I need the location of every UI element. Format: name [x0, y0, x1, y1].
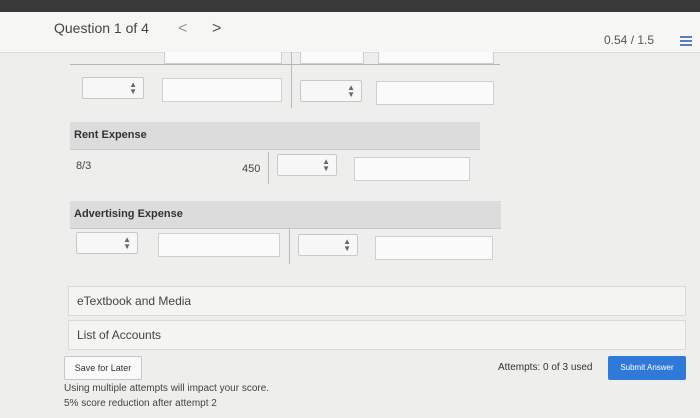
row-amount: 450 [242, 163, 261, 175]
account-input[interactable] [378, 52, 494, 64]
save-for-later-button[interactable]: Save for Later [64, 356, 142, 380]
credit-account-select[interactable]: ▲ ▼ [300, 80, 362, 102]
advertising-credit-select[interactable]: ▲ ▼ [298, 234, 358, 256]
question-counter: Question 1 of 4 [54, 20, 149, 36]
question-header: Question 1 of 4 < > 0.54 / 1.5 [0, 0, 700, 53]
score-display: 0.54 / 1.5 [604, 33, 655, 47]
t-account-top-line [70, 64, 500, 65]
account-header-advertising-expense: Advertising Expense [70, 201, 501, 229]
debit-account-select[interactable]: ▲ ▼ [82, 77, 144, 99]
top-strip [0, 0, 700, 12]
submit-answer-button[interactable]: Submit Answer [608, 356, 686, 380]
etextbook-link[interactable]: eTextbook and Media [68, 286, 686, 316]
advertising-debit-input[interactable] [158, 233, 280, 257]
row-date: 8/3 [76, 160, 92, 172]
attempts-note: Using multiple attempts will impact your… [64, 383, 270, 394]
t-account-divider [289, 228, 290, 264]
advertising-credit-input[interactable] [375, 236, 493, 260]
menu-icon[interactable] [680, 36, 692, 46]
account-input[interactable] [164, 52, 282, 64]
t-account-divider [268, 152, 269, 184]
advertising-debit-select[interactable]: ▲ ▼ [76, 232, 138, 254]
score-reduction-note: 5% score reduction after attempt 2 [64, 398, 217, 409]
list-of-accounts-link[interactable]: List of Accounts [68, 320, 686, 350]
account-input[interactable] [300, 52, 364, 64]
debit-amount-input[interactable] [162, 78, 282, 102]
rent-account-select[interactable]: ▲ ▼ [277, 154, 337, 176]
account-header-rent-expense: Rent Expense [70, 122, 480, 150]
t-account-divider [291, 52, 292, 108]
previous-question-icon[interactable]: < [178, 20, 187, 38]
rent-amount-input[interactable] [354, 157, 470, 181]
attempts-counter: Attempts: 0 of 3 used [498, 362, 593, 373]
credit-amount-input[interactable] [376, 81, 494, 105]
next-question-icon[interactable]: > [212, 20, 221, 38]
